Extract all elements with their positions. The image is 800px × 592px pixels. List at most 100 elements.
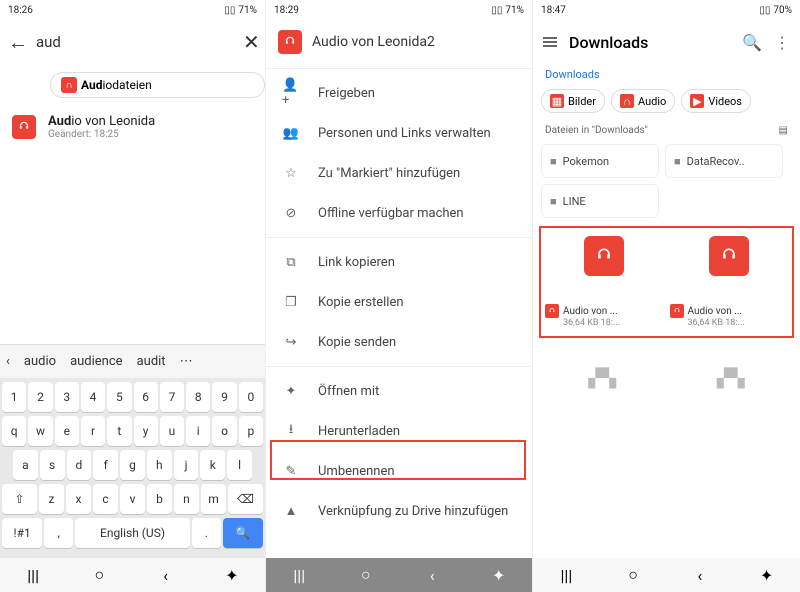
menu-drive-shortcut[interactable]: ▲Verknüpfung zu Drive hinzufügen bbox=[266, 491, 532, 531]
people-icon: 👥 bbox=[282, 126, 300, 141]
more-icon[interactable]: ⋮ bbox=[774, 33, 790, 52]
placeholder-icon: ▞▚ bbox=[670, 358, 793, 398]
suggestion[interactable]: audience bbox=[70, 354, 123, 369]
view-toggle-icon[interactable]: ▤ bbox=[779, 125, 788, 136]
search-key: 🔍 bbox=[223, 518, 263, 548]
folder-icon: ■ bbox=[674, 155, 681, 168]
menu-offline[interactable]: ⊘Offline verfügbar machen bbox=[266, 193, 532, 233]
backspace-key: ⌫ bbox=[228, 484, 263, 514]
screen-menu: 18:29 ▯▯71% Audio von Leonida2 👤+Freigeb… bbox=[266, 0, 533, 592]
menu-make-copy[interactable]: ❐Kopie erstellen bbox=[266, 282, 532, 322]
search-result[interactable]: Audio von Leonida Geändert: 18:25 bbox=[0, 106, 265, 148]
back-icon[interactable]: ‹ bbox=[691, 566, 709, 584]
accessibility-icon[interactable]: ✦ bbox=[490, 566, 508, 584]
menu-icon[interactable] bbox=[543, 37, 557, 47]
space-key: English (US) bbox=[75, 518, 190, 548]
open-icon: ✦ bbox=[282, 384, 300, 399]
menu-star[interactable]: ☆Zu "Markiert" hinzufügen bbox=[266, 153, 532, 193]
headphones-icon bbox=[12, 115, 36, 139]
send-icon: ↪ bbox=[282, 335, 300, 350]
accessibility-icon[interactable]: ✦ bbox=[223, 566, 241, 584]
recents-icon[interactable]: ||| bbox=[24, 566, 42, 584]
chip-images[interactable]: ▦Bilder bbox=[541, 89, 605, 113]
video-icon: ▶ bbox=[690, 94, 704, 108]
home-icon[interactable]: ○ bbox=[90, 566, 108, 584]
status-bar: 18:29 ▯▯71% bbox=[266, 0, 532, 20]
search-icon[interactable]: 🔍 bbox=[742, 33, 762, 52]
suggestion-more[interactable]: ⋯ bbox=[180, 354, 193, 369]
filter-chips: ▦Bilder ∩Audio ▶Videos bbox=[533, 85, 800, 117]
shift-key: ⇧ bbox=[2, 484, 37, 514]
headphones-icon bbox=[584, 236, 624, 276]
folders: ■Pokemon ■DataRecov.. ■LINE bbox=[533, 144, 800, 218]
recents-icon[interactable]: ||| bbox=[557, 566, 575, 584]
suggestion[interactable]: audio bbox=[24, 354, 56, 369]
image-icon: ▦ bbox=[550, 94, 564, 108]
screen-downloads: 18:47 ▯▯70% Downloads 🔍 ⋮ Downloads ▦Bil… bbox=[533, 0, 800, 592]
menu-manage-people[interactable]: 👥Personen und Links verwalten bbox=[266, 113, 532, 153]
headphones-icon: ∩ bbox=[620, 94, 634, 108]
folder[interactable]: ■Pokemon bbox=[541, 144, 659, 178]
sheet-title: Audio von Leonida2 bbox=[312, 34, 435, 50]
home-icon[interactable]: ○ bbox=[357, 566, 375, 584]
highlighted-files: Audio von ... 36,64 KB 18:... Audio von … bbox=[539, 226, 794, 338]
placeholder-icon: ▞▚ bbox=[541, 358, 664, 398]
suggestion-prev[interactable]: ‹ bbox=[6, 354, 10, 369]
headphones-icon bbox=[670, 304, 684, 318]
copy-icon: ❐ bbox=[282, 295, 300, 310]
suggestion-bar: ‹ audio audience audit ⋯ bbox=[0, 344, 265, 378]
chip-audio[interactable]: ∩Audio bbox=[611, 89, 675, 113]
search-bar: ← ✕ bbox=[0, 20, 265, 64]
menu-share[interactable]: 👤+Freigeben bbox=[266, 73, 532, 113]
home-icon[interactable]: ○ bbox=[624, 566, 642, 584]
keyboard-area: ‹ audio audience audit ⋯ 1234567890 qwer… bbox=[0, 344, 265, 592]
menu-download[interactable]: ⭳Herunterladen bbox=[266, 411, 532, 451]
section-label: Dateien in "Downloads" ▤ bbox=[533, 117, 800, 144]
clear-icon[interactable]: ✕ bbox=[243, 30, 260, 54]
filter-chip-audio[interactable]: ∩ Audiodateien bbox=[50, 72, 265, 98]
headphones-icon bbox=[545, 304, 559, 318]
status-icons: ▯▯71% bbox=[224, 5, 257, 16]
file-item[interactable]: Audio von ... 36,64 KB 18:... bbox=[670, 236, 789, 328]
share-icon: 👤+ bbox=[282, 78, 300, 108]
status-time: 18:29 bbox=[274, 5, 299, 16]
status-time: 18:26 bbox=[8, 5, 33, 16]
loading-files: ▞▚ ▞▚ bbox=[533, 350, 800, 406]
sheet-header: Audio von Leonida2 bbox=[266, 20, 532, 64]
status-bar: 18:47 ▯▯70% bbox=[533, 0, 800, 20]
back-icon[interactable]: ‹ bbox=[423, 566, 441, 584]
headphones-icon bbox=[709, 236, 749, 276]
result-text: Audio von Leonida Geändert: 18:25 bbox=[48, 114, 155, 140]
folder-icon: ■ bbox=[550, 195, 557, 208]
offline-icon: ⊘ bbox=[282, 206, 300, 221]
menu-copy-link[interactable]: ⧉Link kopieren bbox=[266, 242, 532, 282]
chip-label: Audiodateien bbox=[81, 78, 152, 92]
star-icon: ☆ bbox=[282, 166, 300, 181]
folder[interactable]: ■LINE bbox=[541, 184, 659, 218]
drive-icon: ▲ bbox=[282, 503, 300, 519]
breadcrumb[interactable]: Downloads bbox=[533, 64, 800, 85]
chip-videos[interactable]: ▶Videos bbox=[681, 89, 751, 113]
folder[interactable]: ■DataRecov.. bbox=[665, 144, 783, 178]
page-title: Downloads bbox=[569, 33, 730, 52]
menu-rename[interactable]: ✎Umbenennen bbox=[266, 451, 532, 491]
suggestion[interactable]: audit bbox=[137, 354, 166, 369]
folder-icon: ■ bbox=[550, 155, 557, 168]
screen-search: 18:26 ▯▯71% ← ✕ ∩ Audiodateien Audio von… bbox=[0, 0, 266, 592]
rename-icon: ✎ bbox=[282, 464, 300, 479]
keyboard[interactable]: 1234567890 qwertyuiop asdfghjkl ⇧zxcvbnm… bbox=[0, 378, 265, 558]
android-navbar: ||| ○ ‹ ✦ bbox=[0, 558, 265, 592]
recents-icon[interactable]: ||| bbox=[290, 566, 308, 584]
back-icon[interactable]: ← bbox=[8, 30, 28, 55]
back-icon[interactable]: ‹ bbox=[157, 566, 175, 584]
search-input[interactable] bbox=[36, 33, 235, 51]
accessibility-icon[interactable]: ✦ bbox=[758, 566, 776, 584]
app-bar: Downloads 🔍 ⋮ bbox=[533, 20, 800, 64]
link-icon: ⧉ bbox=[282, 255, 300, 270]
android-navbar: ||| ○ ‹ ✦ bbox=[533, 558, 800, 592]
headphones-icon bbox=[278, 30, 302, 54]
status-time: 18:47 bbox=[541, 5, 566, 16]
file-item[interactable]: Audio von ... 36,64 KB 18:... bbox=[545, 236, 664, 328]
menu-send-copy[interactable]: ↪Kopie senden bbox=[266, 322, 532, 362]
menu-open-with[interactable]: ✦Öffnen mit bbox=[266, 371, 532, 411]
